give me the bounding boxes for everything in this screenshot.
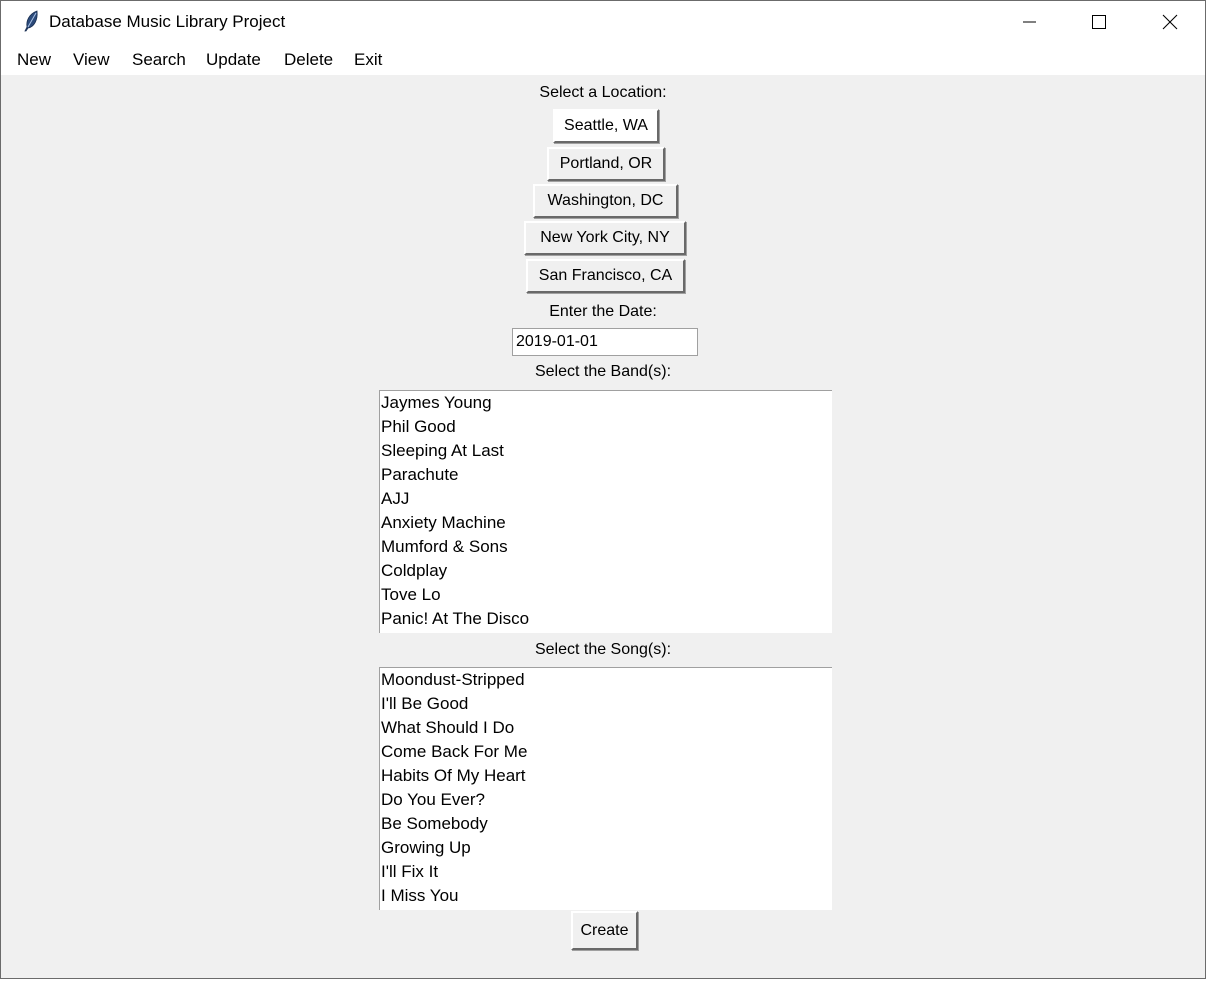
- form-area: Select a Location: Seattle, WA Portland,…: [1, 75, 1205, 978]
- location-button-washington[interactable]: Washington, DC: [533, 184, 678, 218]
- maximize-icon: [1092, 15, 1106, 29]
- band-list-item[interactable]: Anxiety Machine: [380, 511, 832, 535]
- song-list-item[interactable]: Growing Up: [380, 836, 832, 860]
- song-list-item[interactable]: I'll Fix It: [380, 860, 832, 884]
- menu-bar: New View Search Update Delete Exit: [1, 43, 1205, 75]
- location-button-portland[interactable]: Portland, OR: [547, 147, 665, 181]
- band-list-item[interactable]: Sleeping At Last: [380, 439, 832, 463]
- menu-exit[interactable]: Exit: [354, 50, 382, 70]
- feather-icon: [24, 10, 38, 32]
- title-bar: Database Music Library Project: [1, 1, 1205, 43]
- band-list-item[interactable]: Jaymes Young: [380, 391, 832, 415]
- close-icon: [1162, 14, 1178, 30]
- band-list-item[interactable]: AJJ: [380, 487, 832, 511]
- menu-update[interactable]: Update: [206, 50, 261, 70]
- window-title: Database Music Library Project: [49, 12, 286, 31]
- date-input[interactable]: [512, 328, 698, 356]
- date-label: Enter the Date:: [549, 303, 657, 320]
- song-list-item[interactable]: Come Back For Me: [380, 740, 832, 764]
- minimize-button[interactable]: [996, 1, 1064, 43]
- song-list-item[interactable]: What Should I Do: [380, 716, 832, 740]
- band-list-item[interactable]: Mumford & Sons: [380, 535, 832, 559]
- menu-view[interactable]: View: [73, 50, 110, 70]
- songs-label: Select the Song(s):: [534, 641, 672, 658]
- menu-search[interactable]: Search: [132, 50, 186, 70]
- song-list-item[interactable]: Moondust-Stripped: [380, 668, 832, 692]
- song-list-item[interactable]: I'll Be Good: [380, 692, 832, 716]
- band-list-item[interactable]: Parachute: [380, 463, 832, 487]
- location-label: Select a Location:: [539, 84, 667, 101]
- band-list-item[interactable]: Phil Good: [380, 415, 832, 439]
- song-list-item[interactable]: Do You Ever?: [380, 788, 832, 812]
- menu-new[interactable]: New: [17, 50, 51, 70]
- song-list-item[interactable]: Habits Of My Heart: [380, 764, 832, 788]
- band-list-item[interactable]: Coldplay: [380, 559, 832, 583]
- maximize-button[interactable]: [1065, 1, 1133, 43]
- menu-delete[interactable]: Delete: [284, 50, 333, 70]
- location-button-san-francisco[interactable]: San Francisco, CA: [526, 259, 685, 293]
- song-list-item[interactable]: Be Somebody: [380, 812, 832, 836]
- band-listbox[interactable]: Jaymes Young Phil Good Sleeping At Last …: [379, 390, 832, 633]
- band-list-item[interactable]: Tove Lo: [380, 583, 832, 607]
- close-button[interactable]: [1136, 1, 1204, 43]
- song-list-item[interactable]: I Miss You: [380, 884, 832, 908]
- song-listbox[interactable]: Moondust-Stripped I'll Be Good What Shou…: [379, 667, 832, 910]
- app-window: Database Music Library Project New View …: [0, 0, 1206, 979]
- location-button-seattle[interactable]: Seattle, WA: [553, 109, 659, 143]
- location-button-new-york[interactable]: New York City, NY: [524, 221, 686, 255]
- create-button[interactable]: Create: [571, 911, 638, 950]
- bands-label: Select the Band(s):: [534, 363, 672, 380]
- minimize-icon: [1023, 21, 1036, 23]
- band-list-item[interactable]: Panic! At The Disco: [380, 607, 832, 631]
